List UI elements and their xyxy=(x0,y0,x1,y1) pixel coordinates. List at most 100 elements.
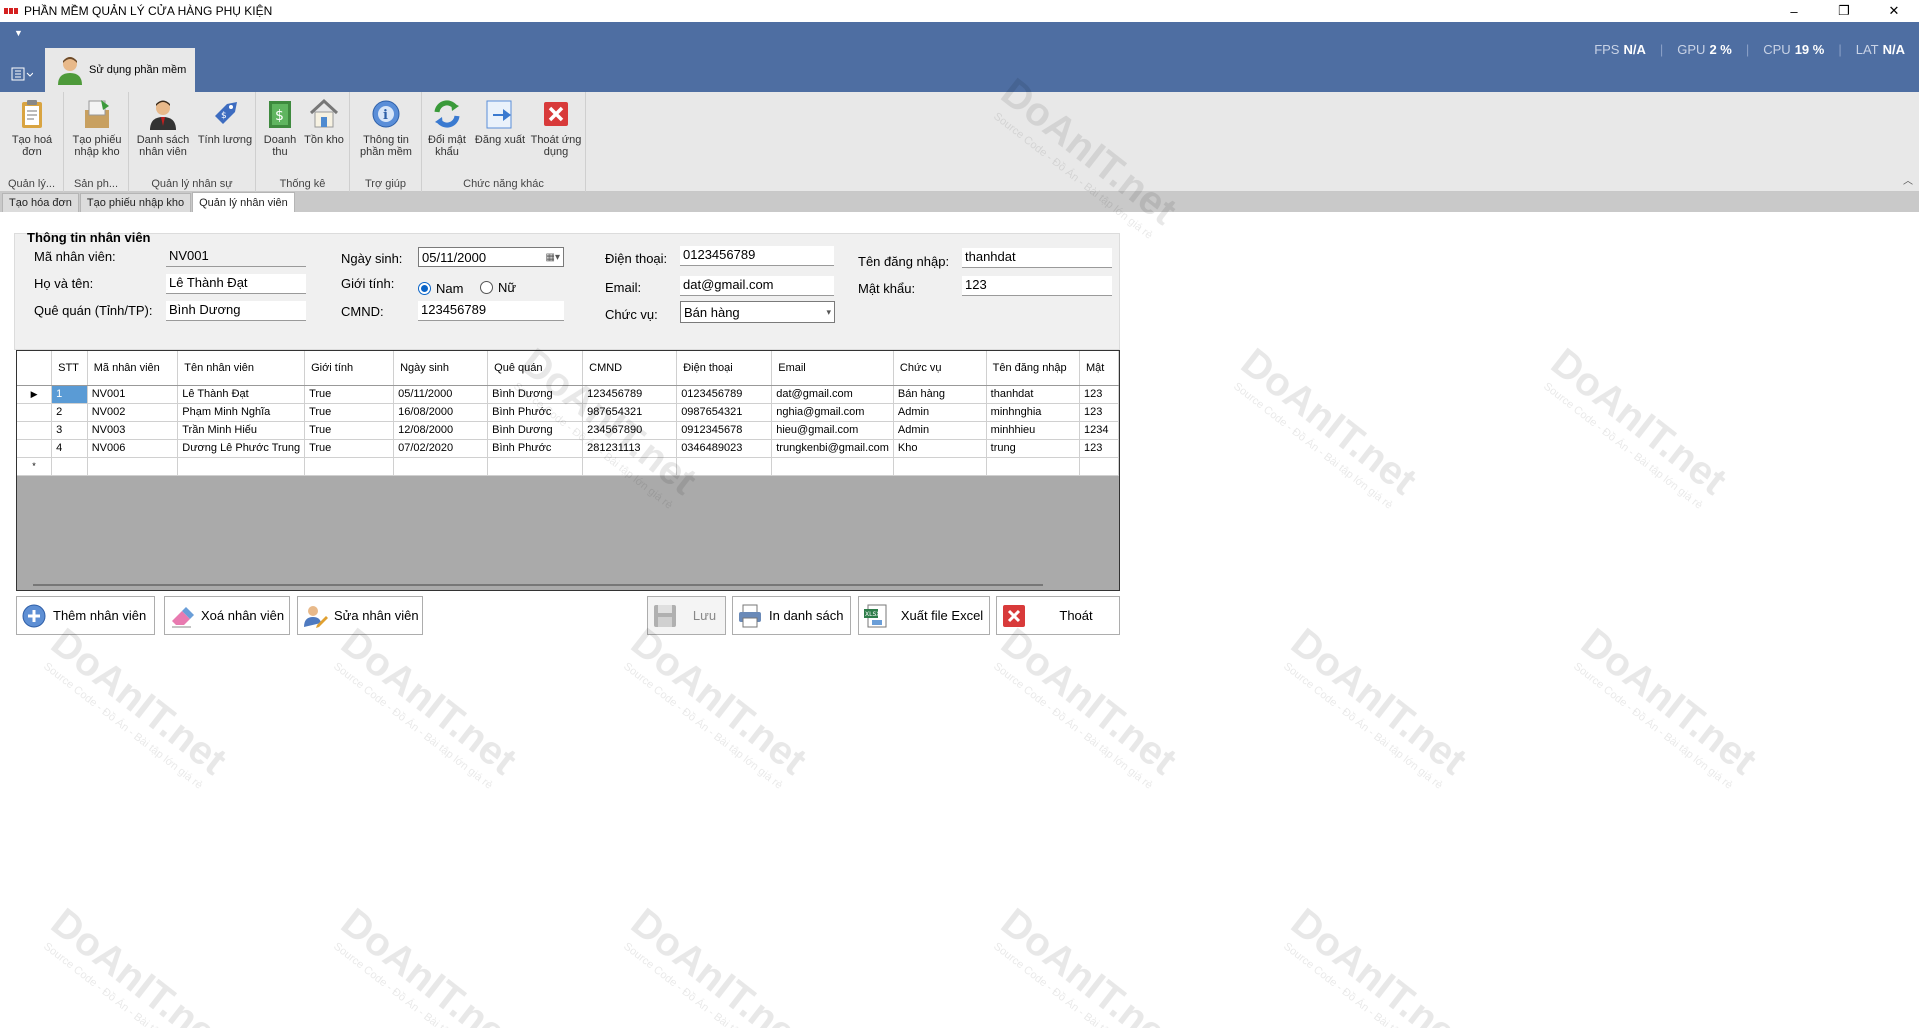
table-cell[interactable]: Trần Minh Hiếu xyxy=(177,421,306,440)
gender-female-radio[interactable]: Nữ xyxy=(480,280,516,295)
column-header[interactable]: Quê quán xyxy=(487,351,584,386)
table-cell[interactable]: True xyxy=(304,403,395,422)
tab-create-invoice[interactable]: Tạo hóa đơn xyxy=(2,193,79,212)
table-cell[interactable]: 123 xyxy=(1079,403,1119,422)
revenue-button[interactable]: $ Doanh thu xyxy=(260,98,300,158)
password-field[interactable]: 123 xyxy=(962,276,1112,296)
table-cell[interactable]: 987654321 xyxy=(582,403,678,422)
table-cell[interactable]: NV001 xyxy=(87,385,179,404)
horizontal-scrollbar[interactable] xyxy=(33,584,1043,586)
create-invoice-button[interactable]: Tạo hoá đơn xyxy=(6,98,58,158)
table-cell[interactable]: minhhieu xyxy=(986,421,1081,440)
logout-button[interactable]: Đăng xuất xyxy=(472,98,528,146)
phone-field[interactable]: 0123456789 xyxy=(680,246,834,266)
table-cell[interactable]: 0346489023 xyxy=(676,439,773,458)
row-header-corner[interactable] xyxy=(17,351,53,386)
new-row-indicator-icon[interactable]: * xyxy=(17,457,53,476)
table-cell[interactable]: 123 xyxy=(1079,439,1119,458)
tab-create-receipt[interactable]: Tạo phiếu nhập kho xyxy=(79,193,192,212)
export-excel-button[interactable]: XLSX Xuất file Excel xyxy=(858,596,990,635)
table-cell[interactable]: Bình Dương xyxy=(487,385,584,404)
column-header[interactable]: Điện thoại xyxy=(676,351,773,386)
chevron-down-icon[interactable]: ▾ xyxy=(826,307,831,318)
stock-button[interactable]: Tồn kho xyxy=(302,98,346,146)
table-cell[interactable] xyxy=(304,457,395,476)
quick-access-dropdown-icon[interactable]: ▼ xyxy=(14,28,23,38)
add-employee-button[interactable]: Thêm nhân viên xyxy=(16,596,155,635)
column-header[interactable]: Tên đăng nhập xyxy=(986,351,1081,386)
table-row[interactable]: 3 NV003 Trần Minh Hiếu True 12/08/2000 B… xyxy=(17,421,1119,440)
table-cell[interactable]: minhnghia xyxy=(986,403,1081,422)
column-header[interactable]: STT xyxy=(51,351,88,386)
app-menu-button[interactable] xyxy=(8,62,36,86)
table-cell[interactable] xyxy=(893,457,987,476)
calendar-dropdown-icon[interactable]: ▦▾ xyxy=(546,252,560,263)
table-row[interactable]: 4 NV006 Dương Lê Phước Trung True 07/02/… xyxy=(17,439,1119,458)
table-cell[interactable]: Lê Thành Đạt xyxy=(177,385,306,404)
minimize-button[interactable]: – xyxy=(1769,0,1819,22)
delete-employee-button[interactable]: Xoá nhân viên xyxy=(164,596,290,635)
hometown-field[interactable]: Bình Dương xyxy=(166,301,306,321)
table-cell[interactable]: 4 xyxy=(51,439,88,458)
create-receipt-button[interactable]: Tạo phiếu nhập kho xyxy=(71,98,123,158)
current-row-indicator-icon[interactable]: ▶ xyxy=(17,385,53,404)
table-cell[interactable] xyxy=(1079,457,1119,476)
column-header[interactable]: Mã nhân viên xyxy=(87,351,179,386)
table-cell[interactable] xyxy=(487,457,584,476)
table-cell[interactable]: 234567890 xyxy=(582,421,678,440)
table-cell[interactable]: Admin xyxy=(893,403,987,422)
row-header[interactable] xyxy=(17,403,53,422)
table-cell[interactable] xyxy=(676,457,773,476)
table-cell[interactable]: NV003 xyxy=(87,421,179,440)
employee-list-button[interactable]: Danh sách nhân viên xyxy=(133,98,193,158)
table-row[interactable]: ▶ 1 NV001 Lê Thành Đạt True 05/11/2000 B… xyxy=(17,385,1119,404)
table-cell[interactable]: hieu@gmail.com xyxy=(771,421,894,440)
table-cell[interactable]: trung xyxy=(986,439,1081,458)
table-cell[interactable]: NV006 xyxy=(87,439,179,458)
table-cell[interactable] xyxy=(771,457,894,476)
ribbon-collapse-icon[interactable]: ︿ xyxy=(1903,172,1913,187)
table-cell[interactable]: NV002 xyxy=(87,403,179,422)
column-header[interactable]: Email xyxy=(771,351,894,386)
dob-datepicker[interactable]: 05/11/2000 ▦▾ xyxy=(418,247,564,267)
payroll-button[interactable]: $ Tính lương xyxy=(197,98,253,146)
column-header[interactable]: Chức vụ xyxy=(893,351,987,386)
username-field[interactable]: thanhdat xyxy=(962,248,1112,268)
table-cell[interactable] xyxy=(986,457,1081,476)
table-cell[interactable]: 2 xyxy=(51,403,88,422)
column-header[interactable]: Ngày sinh xyxy=(393,351,489,386)
table-cell[interactable]: True xyxy=(304,385,395,404)
table-cell[interactable]: 1234 xyxy=(1079,421,1119,440)
table-cell[interactable]: 0912345678 xyxy=(676,421,773,440)
column-header[interactable]: Giới tính xyxy=(304,351,395,386)
table-cell[interactable] xyxy=(177,457,306,476)
email-field[interactable]: dat@gmail.com xyxy=(680,276,834,296)
table-row[interactable]: 2 NV002 Phạm Minh Nghĩa True 16/08/2000 … xyxy=(17,403,1119,422)
table-cell[interactable]: 1 xyxy=(51,385,88,404)
table-cell[interactable]: 281231113 xyxy=(582,439,678,458)
software-info-button[interactable]: i Thông tin phần mềm xyxy=(356,98,416,158)
column-header[interactable]: Tên nhân viên xyxy=(177,351,306,386)
table-cell[interactable]: Dương Lê Phước Trung xyxy=(177,439,306,458)
table-cell[interactable]: 16/08/2000 xyxy=(393,403,489,422)
table-cell[interactable]: 05/11/2000 xyxy=(393,385,489,404)
ribbon-tab-use-software[interactable]: Sử dụng phần mềm xyxy=(45,48,195,92)
table-cell[interactable]: Admin xyxy=(893,421,987,440)
table-cell[interactable]: thanhdat xyxy=(986,385,1081,404)
restore-button[interactable]: ❐ xyxy=(1819,0,1869,22)
table-cell[interactable]: 07/02/2020 xyxy=(393,439,489,458)
table-cell[interactable] xyxy=(87,457,179,476)
change-password-button[interactable]: Đổi mật khẩu xyxy=(424,98,470,158)
employee-grid[interactable]: STT Mã nhân viên Tên nhân viên Giới tính… xyxy=(16,350,1120,591)
table-cell[interactable]: 3 xyxy=(51,421,88,440)
save-button[interactable]: Lưu xyxy=(647,596,726,635)
table-cell[interactable]: True xyxy=(304,421,395,440)
table-cell[interactable] xyxy=(51,457,88,476)
table-cell[interactable]: Bán hàng xyxy=(893,385,987,404)
table-cell[interactable]: Kho xyxy=(893,439,987,458)
employee-id-field[interactable]: NV001 xyxy=(166,247,306,267)
edit-employee-button[interactable]: Sửa nhân viên xyxy=(297,596,423,635)
exit-app-button[interactable]: Thoát ứng dụng xyxy=(530,98,582,158)
column-header[interactable]: CMND xyxy=(582,351,678,386)
close-window-button[interactable]: ✕ xyxy=(1869,0,1919,22)
